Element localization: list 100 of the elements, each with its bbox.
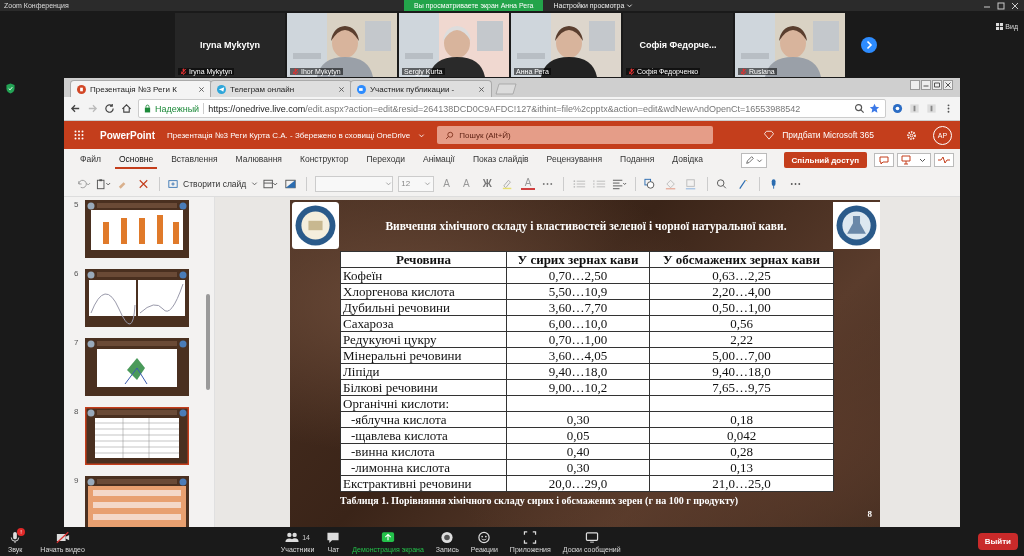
presentation-icon [77, 84, 86, 94]
slide-title: Вивчення хімічного складу і властивостей зеленої і чорної натуральної кави. [384, 219, 788, 232]
ribbon-tab[interactable]: Конструктор [296, 151, 353, 169]
flask-emblem-icon [833, 202, 880, 249]
browser-tab[interactable]: Презентація №3 Реги К [70, 80, 212, 97]
camera-off-icon [55, 530, 70, 544]
star-icon[interactable] [869, 103, 880, 114]
table-cell: Органічні кислоти: [340, 395, 507, 412]
ribbon-tab[interactable]: Переходи [362, 151, 409, 169]
buy-link[interactable]: Придбати Microsoft 365 [782, 130, 874, 140]
close-tab-icon[interactable] [338, 85, 345, 93]
slide-number: 5 [74, 200, 79, 209]
slide-thumbnail[interactable] [85, 407, 190, 465]
caret-icon [424, 180, 432, 187]
table-cell: Дубильні речовини [340, 299, 507, 316]
table-cell: -лимонна кислота [340, 459, 507, 476]
window-controls-icon[interactable] [910, 80, 954, 90]
extension-icon[interactable] [926, 103, 937, 114]
extension-icon[interactable] [909, 103, 920, 114]
paste-icon[interactable] [96, 177, 111, 190]
caret-icon [626, 2, 634, 9]
board-icon [584, 530, 599, 544]
browser-tab[interactable]: Участник публикации - [350, 80, 492, 97]
slide-thumbnail[interactable] [85, 476, 190, 527]
page-number: 8 [867, 509, 872, 519]
search-icon[interactable] [854, 103, 865, 114]
paper-plane-icon [217, 84, 226, 94]
table-cell: 0,05 [506, 427, 650, 444]
align-icon[interactable] [612, 177, 628, 190]
lock-icon [144, 104, 151, 113]
browser-tab[interactable]: Телеграм онлайн [210, 80, 352, 97]
layout-icon[interactable] [263, 177, 279, 190]
delete-icon[interactable] [136, 177, 151, 190]
apps-icon [523, 530, 538, 544]
ribbon-tab[interactable]: Рецензування [542, 151, 607, 169]
pen-icon [744, 155, 755, 165]
ribbon-tab[interactable]: Вставлення [167, 151, 222, 169]
slide-thumbnail[interactable] [85, 338, 190, 396]
slide-number: 7 [74, 338, 79, 347]
present-icon[interactable] [897, 153, 931, 167]
table-cell: 0,28 [649, 443, 834, 460]
close-tab-icon[interactable] [478, 85, 485, 93]
tab-title: Телеграм онлайн [230, 84, 296, 94]
share-button[interactable]: Спільний доступ [783, 152, 867, 168]
slide-thumbnail[interactable] [85, 200, 190, 258]
app-launcher-icon[interactable] [74, 130, 84, 140]
scrollbar[interactable] [206, 294, 210, 390]
participant-display-name: Софія Федорче... [639, 39, 717, 50]
ribbon-tab[interactable]: Анімації [418, 151, 459, 169]
ribbon-tab[interactable]: Подання [616, 151, 659, 169]
address-field[interactable]: Надежный https://onedrive.live.com/edit.aspx?action=edit&resid=264138DCD0C9AFDC!127&ithint=file%2cpptx&action=edit&wdNewAndOpenCt=16553988542 [138, 99, 886, 118]
home-icon[interactable] [121, 103, 132, 114]
slide-thumbnail[interactable] [85, 269, 190, 327]
activity-icon[interactable] [934, 153, 954, 167]
caret-icon [385, 180, 393, 187]
font-size-field[interactable]: 12 [398, 175, 435, 192]
bold-button[interactable]: Ж [478, 178, 496, 189]
slide-number: 8 [74, 407, 79, 416]
ribbon-tab[interactable]: Малювання [231, 151, 286, 169]
table-cell: 9,40…18,0 [649, 363, 834, 380]
back-icon[interactable] [70, 103, 81, 114]
table-cell: -винна кислота [340, 443, 507, 460]
table-cell: -яблучна кислота [340, 411, 507, 428]
leave-button[interactable]: Выйти [977, 533, 1018, 550]
font-name-field[interactable] [315, 175, 394, 192]
share-screen-icon [381, 530, 396, 544]
table-cell: 9,40…18,0 [506, 363, 650, 380]
slide-number: 6 [74, 269, 79, 278]
table-cell: 0,30 [506, 459, 650, 476]
secure-label: Надежный [155, 103, 200, 114]
table-cell: 0,70…1,00 [506, 331, 650, 348]
next-page-icon[interactable] [861, 36, 877, 53]
ribbon-tab[interactable]: Довідка [668, 151, 707, 169]
app-name[interactable]: PowerPoint [100, 129, 155, 141]
ribbon-tab[interactable]: Основне [114, 151, 158, 169]
table-cell: 0,50…1,00 [649, 299, 834, 316]
new-slide-button[interactable]: Створити слайд [168, 178, 259, 189]
comment-icon[interactable] [874, 153, 894, 167]
table-cell: 0,56 [649, 315, 834, 332]
ribbon-tab[interactable]: Показ слайдів [468, 151, 533, 169]
close-tab-icon[interactable] [198, 85, 205, 93]
table-cell: -щавлева кислота [340, 427, 507, 444]
document-title[interactable]: Презентація №3 Реги Курта С.А. - Збережено в сховищі OneDrive [167, 130, 411, 140]
shield-icon [6, 83, 15, 94]
search-field[interactable]: Пошук (Alt+Й) [437, 126, 714, 144]
table-cell: 0,40 [506, 443, 650, 460]
extension-icon[interactable] [892, 103, 903, 114]
caret-icon[interactable] [418, 131, 426, 139]
shape-icon[interactable] [283, 177, 299, 190]
settings-icon[interactable] [906, 129, 917, 141]
table-cell: 5,00…7,00 [649, 347, 834, 364]
reload-icon[interactable] [104, 103, 115, 114]
ribbon-tab[interactable]: Файл [76, 151, 105, 169]
maximize-icon[interactable] [996, 0, 1006, 11]
table-cell: Ліпіди [340, 363, 507, 380]
caret-icon [251, 180, 259, 187]
close-icon[interactable] [1010, 0, 1020, 11]
pen-button[interactable] [740, 152, 767, 168]
table-cell: Редукуючі цукру [340, 331, 507, 348]
record-icon [440, 530, 455, 544]
